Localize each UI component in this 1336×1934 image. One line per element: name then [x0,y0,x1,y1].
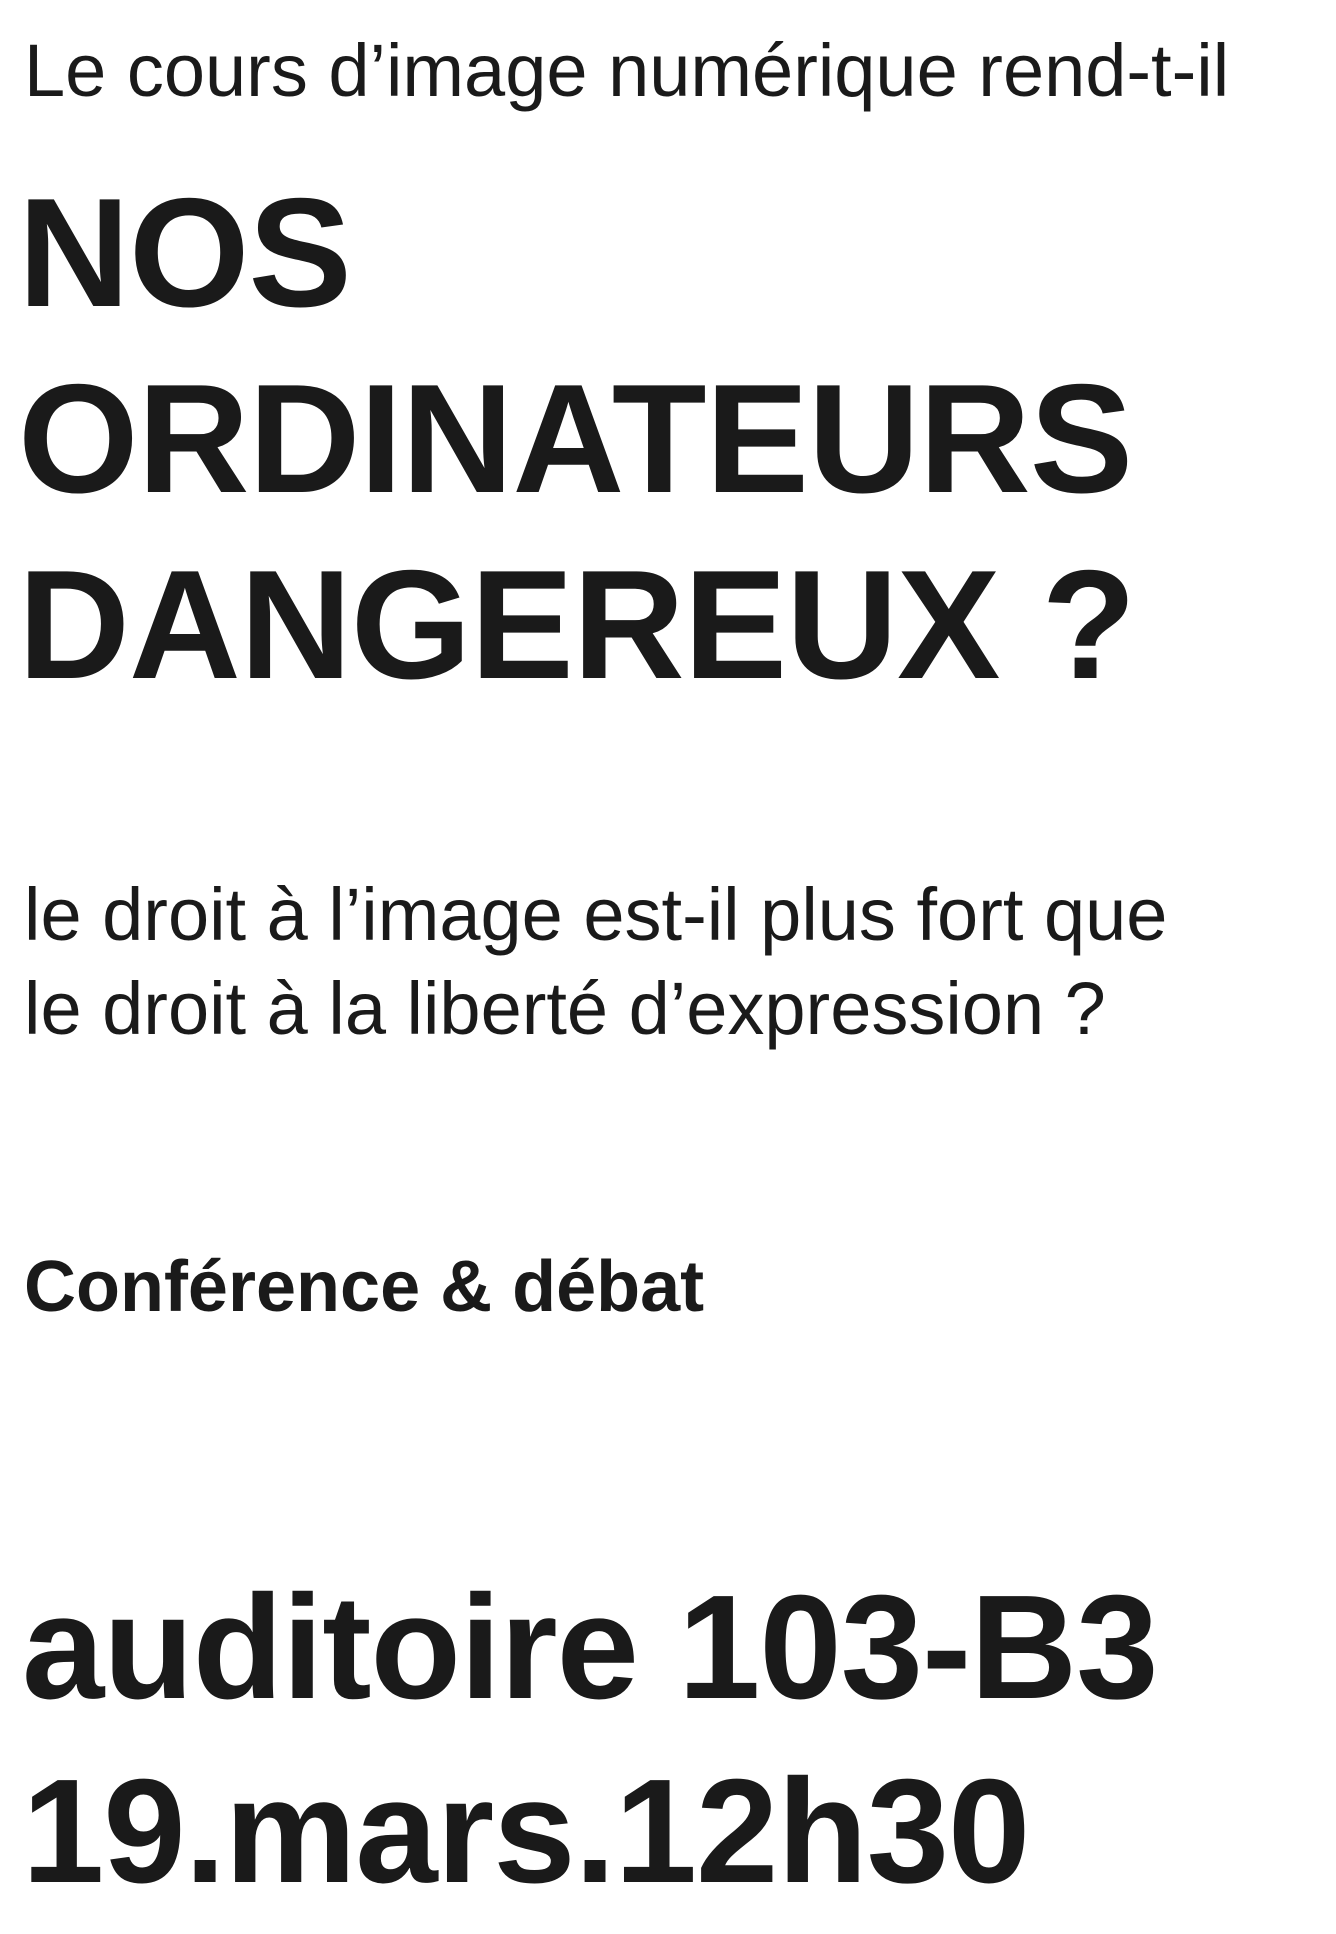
headline-line-2: ORDINATEURS [18,352,1133,525]
sub-question: le droit à l’image est-il plus fort que … [24,868,1167,1056]
event-type: Conférence & débat [24,1247,705,1327]
event-location: auditoire 103-B3 [22,1565,1158,1730]
sub-question-line-1: le droit à l’image est-il plus fort que [24,873,1168,956]
sub-question-line-2: le droit à la liberté d’expression ? [24,967,1106,1050]
event-details: auditoire 103-B3 19.mars.12h30 [22,1556,1158,1924]
headline-line-3: DANGEREUX ? [18,538,1136,711]
poster: Le cours d’image numérique rend-t-il NOS… [0,0,1336,1934]
intro-text: Le cours d’image numérique rend-t-il [24,29,1230,112]
headline: NOS ORDINATEURS DANGEREUX ? [18,160,1136,718]
headline-line-1: NOS [18,166,352,339]
event-datetime: 19.mars.12h30 [22,1749,1030,1914]
